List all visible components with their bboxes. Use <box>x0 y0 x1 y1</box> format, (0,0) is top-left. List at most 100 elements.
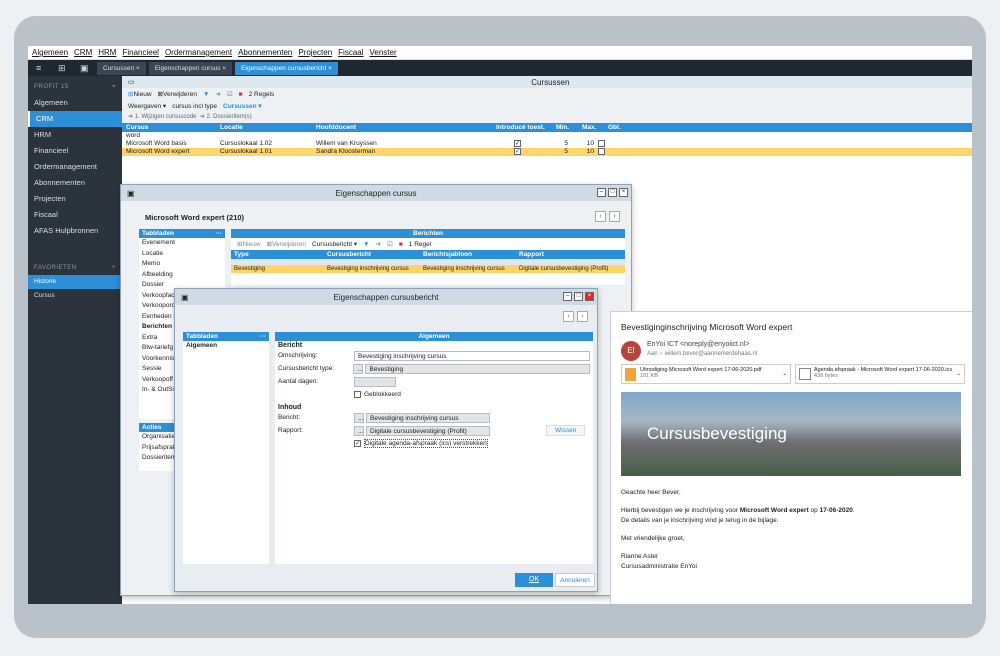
prev-button[interactable]: ‹ <box>563 311 574 322</box>
menu-abonnementen[interactable]: Abonnementen <box>238 48 292 57</box>
col-locatie[interactable]: Locatie <box>220 123 316 132</box>
menu-hrm[interactable]: HRM <box>98 48 116 57</box>
menu-fiscaal[interactable]: Fiscaal <box>338 48 363 57</box>
col-cursus[interactable]: Cursus <box>122 123 220 132</box>
col-max[interactable]: Max. <box>582 123 608 132</box>
menu-ordermanagement[interactable]: Ordermanagement <box>165 48 232 57</box>
prev-button[interactable]: ‹ <box>595 211 606 222</box>
close-button[interactable]: × <box>619 188 628 197</box>
filter-icon[interactable]: ▼ <box>203 91 209 98</box>
maximize-button[interactable]: □ <box>608 188 617 197</box>
export-icon[interactable]: ➔ <box>215 90 220 98</box>
filter-view-button[interactable]: cursus incl type <box>172 103 217 110</box>
filter-input[interactable]: word <box>122 132 140 140</box>
export-icon[interactable]: ➔ <box>376 240 381 248</box>
more-icon[interactable]: ··· <box>216 229 223 238</box>
chevron-down-icon[interactable]: ⌄ <box>782 371 787 377</box>
add-favorite-icon[interactable]: + <box>112 265 116 271</box>
sidebar-item-projecten[interactable]: Projecten <box>28 191 122 207</box>
col-berichtsjabloon[interactable]: Berichtsjabloon <box>423 250 519 259</box>
delete-button[interactable]: ⊠Verwijderen <box>158 90 197 98</box>
dagen-input[interactable] <box>354 376 396 387</box>
tab-eigenschappen-cursusbericht[interactable]: Eigenschappen cursusbericht × <box>235 61 338 75</box>
cursusbericht-dropdown[interactable]: Cursusbericht ▾ <box>312 240 357 248</box>
attachment-ics[interactable]: Agenda afspraak - Microsoft Word expert … <box>795 364 965 384</box>
ok-button[interactable]: OK <box>515 573 553 587</box>
sidebar-item-financieel[interactable]: Financieel <box>28 143 122 159</box>
inhoud-rapport-input[interactable]: Digitale cursusbevestiging (Profit) <box>366 425 490 436</box>
grid-icon[interactable]: ⊞ <box>58 63 72 74</box>
new-button[interactable]: ⊞Nieuw <box>128 90 152 98</box>
menu-algemeen[interactable]: Algemeen <box>32 48 68 57</box>
tab-item[interactable]: Memo <box>139 259 225 270</box>
introduce-checkbox[interactable]: ✓ <box>514 148 521 155</box>
cancel-button[interactable]: Annuleren <box>555 573 595 587</box>
tab-cursussen[interactable]: Cursussen × <box>97 61 146 75</box>
delete-button[interactable]: ⊠Verwijderen <box>267 240 306 248</box>
menu-venster[interactable]: Venster <box>370 48 397 57</box>
favorite-cursus[interactable]: Cursus <box>28 289 122 303</box>
col-hoofddocent[interactable]: Hoofddocent <box>316 123 496 132</box>
col-introduce[interactable]: Introducé toest. <box>496 123 556 132</box>
menu-financieel[interactable]: Financieel <box>122 48 158 57</box>
check-icon[interactable]: ☑ <box>227 90 233 98</box>
gbl-checkbox[interactable] <box>598 140 605 147</box>
sidebar-item-fiscaal[interactable]: Fiscaal <box>28 207 122 223</box>
sidebar-item-algemeen[interactable]: Algemeen <box>28 95 122 111</box>
sidebar-item-hulpbronnen[interactable]: AFAS Hulpbronnen <box>28 223 122 239</box>
table-row[interactable]: Bevestiging Bevestiging inschrijving cur… <box>231 265 625 273</box>
sidebar-item-ordermanagement[interactable]: Ordermanagement <box>28 159 122 175</box>
col-gbl[interactable]: Gbl. <box>608 123 634 132</box>
wissen-button[interactable]: Wissen <box>546 425 586 436</box>
favorite-historie[interactable]: Historie <box>28 275 122 289</box>
gbl-checkbox[interactable] <box>598 148 605 155</box>
crumb-dossieritems[interactable]: 2. Dossieritem(s) <box>206 114 251 120</box>
col-rapport[interactable]: Rapport <box>519 250 619 259</box>
crumb-wijzigen[interactable]: 1. Wijzigen cursuscode <box>135 114 197 120</box>
views-dropdown[interactable]: Weergaven ▾ <box>128 102 166 110</box>
bericht-lookup-button[interactable]: ... <box>354 412 364 423</box>
menu-crm[interactable]: CRM <box>74 48 92 57</box>
group-dropdown[interactable]: Cursussen ▾ <box>223 102 262 110</box>
verstrekken-checkbox[interactable]: ✓ <box>354 440 361 447</box>
type-lookup-button[interactable]: ... <box>353 363 364 374</box>
col-type[interactable]: Type <box>231 250 327 259</box>
sidebar-item-hrm[interactable]: HRM <box>28 127 122 143</box>
col-cursusbericht[interactable]: Cursusbericht <box>327 250 423 259</box>
next-button[interactable]: › <box>577 311 588 322</box>
attachment-pdf[interactable]: Uitnodiging Microsoft Word expert 17-06-… <box>621 364 791 384</box>
next-button[interactable]: › <box>609 211 620 222</box>
tab-item[interactable]: Locatie <box>139 249 225 260</box>
col-min[interactable]: Min. <box>556 123 582 132</box>
hamburger-icon[interactable]: ≡ <box>36 63 50 73</box>
sidebar-item-abonnementen[interactable]: Abonnementen <box>28 175 122 191</box>
tab-eigenschappen-cursus[interactable]: Eigenschappen cursus × <box>148 61 233 75</box>
geblokkeerd-checkbox[interactable] <box>354 391 361 398</box>
minimize-button[interactable]: – <box>563 292 572 301</box>
check-icon[interactable]: ☑ <box>387 240 393 248</box>
tab-item-algemeen[interactable]: Algemeen <box>183 341 269 352</box>
table-row[interactable]: Microsoft Word basis Cursuslokaal 1.02 W… <box>122 140 972 148</box>
lock-icon[interactable]: ■ <box>399 241 403 248</box>
new-button[interactable]: ⊞Nieuw <box>237 240 261 248</box>
inhoud-bericht-input[interactable]: Bevestiging inschrijving cursus <box>366 412 490 423</box>
introduce-checkbox[interactable]: ✓ <box>514 140 521 147</box>
table-row[interactable]: Microsoft Word expert Cursuslokaal 1.01 … <box>122 148 972 156</box>
pin-icon[interactable]: ⌖ <box>112 84 116 91</box>
minimize-button[interactable]: – <box>597 188 606 197</box>
chevron-down-icon[interactable]: ⌄ <box>956 371 961 377</box>
tab-item[interactable]: Evenement <box>139 238 225 249</box>
menu-projecten[interactable]: Projecten <box>298 48 332 57</box>
lock-icon[interactable]: ■ <box>239 91 243 98</box>
omschrijving-input[interactable]: Bevestiging inschrijving cursus <box>354 350 590 361</box>
sidebar-item-crm[interactable]: CRM <box>28 111 122 127</box>
type-input[interactable]: Bevestiging <box>365 363 590 374</box>
hero-title: Cursusbevestiging <box>647 424 787 443</box>
calendar-icon[interactable]: ▣ <box>80 63 94 74</box>
maximize-button[interactable]: □ <box>574 292 583 301</box>
more-icon[interactable]: ··· <box>260 332 267 341</box>
close-button[interactable]: × <box>585 292 594 301</box>
rapport-lookup-button[interactable]: ... <box>354 425 364 436</box>
filter-icon[interactable]: ▼ <box>363 241 369 248</box>
tab-item[interactable]: Afbeelding <box>139 270 225 281</box>
